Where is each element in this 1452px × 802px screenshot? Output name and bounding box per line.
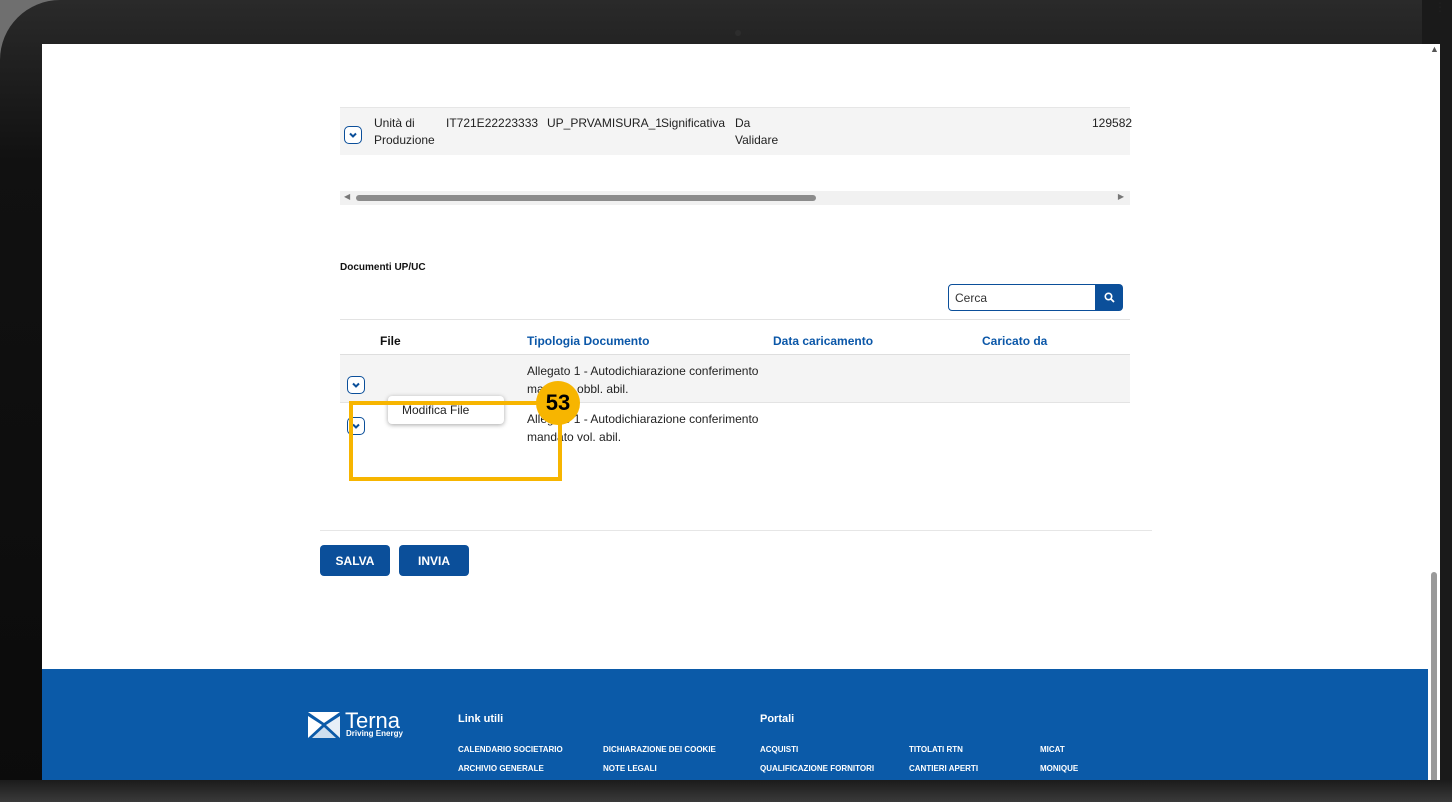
link-monique[interactable]: MONIQUE [1040, 764, 1078, 773]
unit-status-line1: Da [735, 116, 751, 130]
column-data-caricamento[interactable]: Data caricamento [773, 334, 873, 348]
unit-type-line2: Produzione [374, 133, 435, 147]
footer: Terna Driving Energy Link utili Portali … [42, 669, 1428, 780]
scroll-right-icon[interactable]: ▶ [1118, 192, 1124, 201]
scroll-left-icon[interactable]: ◀ [344, 192, 350, 201]
table-row: Unità di Produzione IT721E22223333 UP_PR… [340, 107, 1133, 155]
corner-mark: ⋮ [1434, 0, 1446, 14]
horizontal-scrollbar[interactable]: ◀ ▶ [340, 191, 1130, 205]
divider [320, 530, 1152, 531]
send-button[interactable]: INVIA [399, 545, 469, 576]
column-tipologia[interactable]: Tipologia Documento [527, 334, 649, 348]
chevron-down-icon [349, 132, 357, 138]
section-title: Documenti UP/UC [340, 262, 426, 273]
step-badge: 53 [536, 381, 580, 425]
terna-logo[interactable]: Terna Driving Energy [306, 708, 403, 745]
link-qualificazione[interactable]: QUALIFICAZIONE FORNITORI [760, 764, 874, 773]
unit-type-line1: Unità di [374, 116, 415, 130]
unit-type: Unità di Produzione [374, 115, 435, 149]
unit-value: 129582 [1092, 116, 1133, 130]
table-header: File Tipologia Documento Data caricament… [340, 319, 1130, 355]
scroll-up-icon[interactable]: ▲ [1430, 44, 1439, 54]
unit-status-line2: Validare [735, 133, 779, 147]
search-button[interactable] [1096, 284, 1123, 311]
scroll-thumb[interactable] [1431, 572, 1437, 802]
unit-relevance: Significativa [661, 116, 726, 130]
document-type-line1: Allegato 1 - Autodichiarazione conferime… [527, 364, 759, 378]
link-cookie[interactable]: DICHIARAZIONE DEI COOKIE [603, 745, 716, 754]
scroll-thumb[interactable] [356, 195, 816, 201]
search-icon [1104, 292, 1115, 303]
tutorial-highlight [349, 401, 562, 481]
chevron-down-icon [352, 382, 360, 388]
link-archivio[interactable]: ARCHIVIO GENERALE [458, 764, 544, 773]
link-acquisti[interactable]: ACQUISTI [760, 745, 798, 754]
vertical-scrollbar[interactable]: ▲ [1428, 44, 1440, 802]
link-titolati[interactable]: TITOLATI RTN [909, 745, 963, 754]
link-utili-title: Link utili [458, 713, 504, 725]
logo-tagline: Driving Energy [346, 729, 403, 738]
terna-logo-icon [308, 712, 340, 738]
link-cantieri[interactable]: CANTIERI APERTI [909, 764, 978, 773]
browser-screen: Unità di Produzione IT721E22223333 UP_PR… [42, 44, 1428, 780]
link-note-legali[interactable]: NOTE LEGALI [603, 764, 657, 773]
search-box [948, 284, 1123, 311]
expand-row-button[interactable] [344, 126, 362, 144]
portali-title: Portali [760, 713, 795, 725]
unit-name: UP_PRVAMISURA_1 [547, 116, 662, 130]
link-micat[interactable]: MICAT [1040, 745, 1065, 754]
unit-status: Da Validare [735, 115, 778, 149]
search-input[interactable] [948, 284, 1096, 311]
link-calendario[interactable]: CALENDARIO SOCIETARIO [458, 745, 563, 754]
column-file: File [380, 334, 401, 348]
laptop-bottom-edge [0, 780, 1452, 802]
save-button[interactable]: SALVA [320, 545, 390, 576]
unit-code: IT721E22223333 [446, 116, 539, 130]
column-caricato-da[interactable]: Caricato da [982, 334, 1047, 348]
webcam [735, 30, 741, 36]
row-menu-button[interactable] [347, 376, 365, 394]
